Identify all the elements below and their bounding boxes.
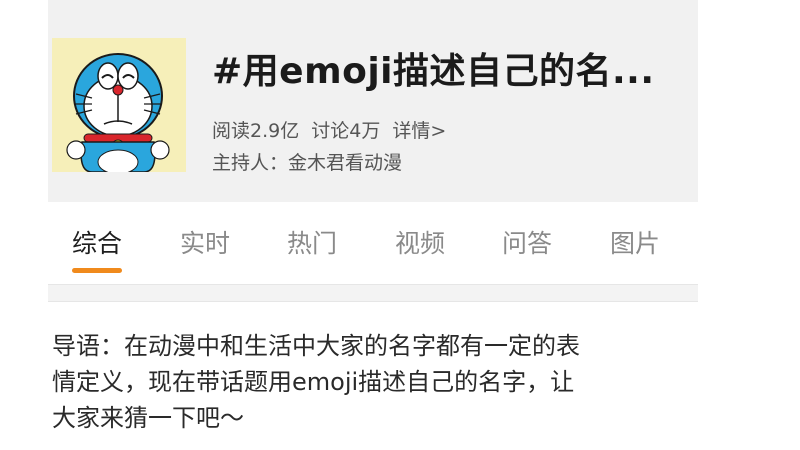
intro-line: 导语：在动漫中和生活中大家的名字都有一定的表 [52,332,580,360]
read-count: 阅读2.9亿 [212,120,300,142]
topic-host[interactable]: 主持人：金木君看动漫 [212,148,402,175]
active-tab-indicator [72,268,122,273]
tab-bar: 综合 实时 热门 视频 问答 图片 [48,202,698,282]
doraemon-avatar-icon [66,53,170,172]
tab-comprehensive[interactable]: 综合 [72,224,122,260]
topic-avatar[interactable] [52,38,186,172]
tab-images[interactable]: 图片 [610,224,660,260]
discussion-count: 讨论4万 [311,120,381,142]
tab-qa[interactable]: 问答 [502,224,552,260]
topic-title: #用emoji描述自己的名... [212,51,655,92]
tab-video[interactable]: 视频 [395,224,445,260]
section-divider [48,284,698,302]
details-link[interactable]: 详情> [392,120,446,142]
tab-hot[interactable]: 热门 [287,224,337,260]
intro-line: 大家来猜一下吧～ [52,404,244,432]
intro-line: 情定义，现在带话题用emoji描述自己的名字，让 [52,368,575,396]
tab-realtime[interactable]: 实时 [180,224,230,260]
topic-intro: 导语：在动漫中和生活中大家的名字都有一定的表 情定义，现在带话题用emoji描述… [52,328,702,436]
topic-stats: 阅读2.9亿 讨论4万 详情> [212,116,452,143]
